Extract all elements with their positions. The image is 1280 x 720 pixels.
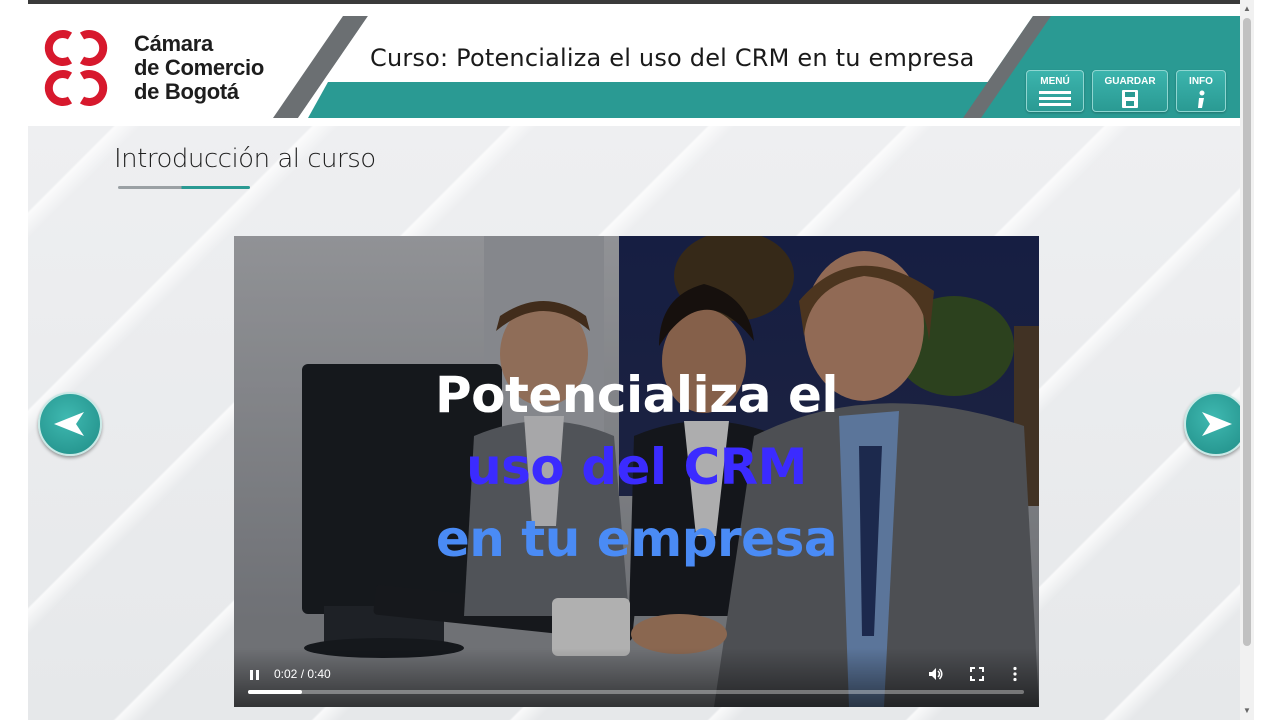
pause-icon[interactable] [248,668,262,682]
save-button[interactable]: GUARDAR [1092,70,1168,112]
info-button-label: INFO [1189,76,1213,87]
video-progress-fill [248,690,303,694]
section-underline [118,186,250,189]
prev-button[interactable] [38,392,102,456]
logo-line-1: Cámara [134,31,213,56]
fullscreen-icon[interactable] [970,667,984,681]
video-controls: 0:02 / 0:40 [234,648,1039,707]
volume-icon[interactable] [928,666,944,682]
course-title: Curso: Potencializa el uso del CRM en tu… [370,44,975,72]
ccb-logo-text: Cámara de Comercio de Bogotá [134,32,264,104]
video-overlay-line-2: uso del CRM [466,438,807,496]
save-button-label: GUARDAR [1104,76,1156,87]
scroll-down-icon[interactable]: ▼ [1243,706,1251,715]
ccb-logo-mark [44,30,108,106]
page-scrollbar[interactable]: ▲ ▼ [1240,0,1254,720]
floppy-disk-icon [1122,90,1138,108]
hamburger-icon [1039,91,1071,106]
header: Cámara de Comercio de Bogotá Curso: Pote… [28,4,1240,126]
video-overlay-line-3: en tu empresa [435,510,838,568]
section-title: Introducción al curso [114,144,376,174]
scroll-thumb[interactable] [1243,18,1251,646]
info-button[interactable]: INFO [1176,70,1226,112]
menu-button[interactable]: MENÚ [1026,70,1084,112]
next-button[interactable] [1184,392,1240,456]
more-vertical-icon[interactable] [1012,666,1018,682]
arrow-left-icon [54,412,84,436]
ccb-logo: Cámara de Comercio de Bogotá [34,26,294,110]
scroll-up-icon[interactable]: ▲ [1243,4,1251,13]
content-stage: Introducción al curso Potencializa el us… [28,126,1240,720]
info-icon [1198,90,1205,108]
video-progress-bar[interactable] [248,690,1024,694]
logo-line-2: de Comercio [134,55,264,80]
video-overlay-line-1: Potencializa el [435,366,839,424]
video-time: 0:02 / 0:40 [274,667,331,681]
arrow-right-icon [1202,412,1232,436]
menu-button-label: MENÚ [1040,76,1070,87]
intro-video-player[interactable]: Potencializa el uso del CRM en tu empres… [234,236,1039,707]
logo-line-3: de Bogotá [134,79,239,104]
